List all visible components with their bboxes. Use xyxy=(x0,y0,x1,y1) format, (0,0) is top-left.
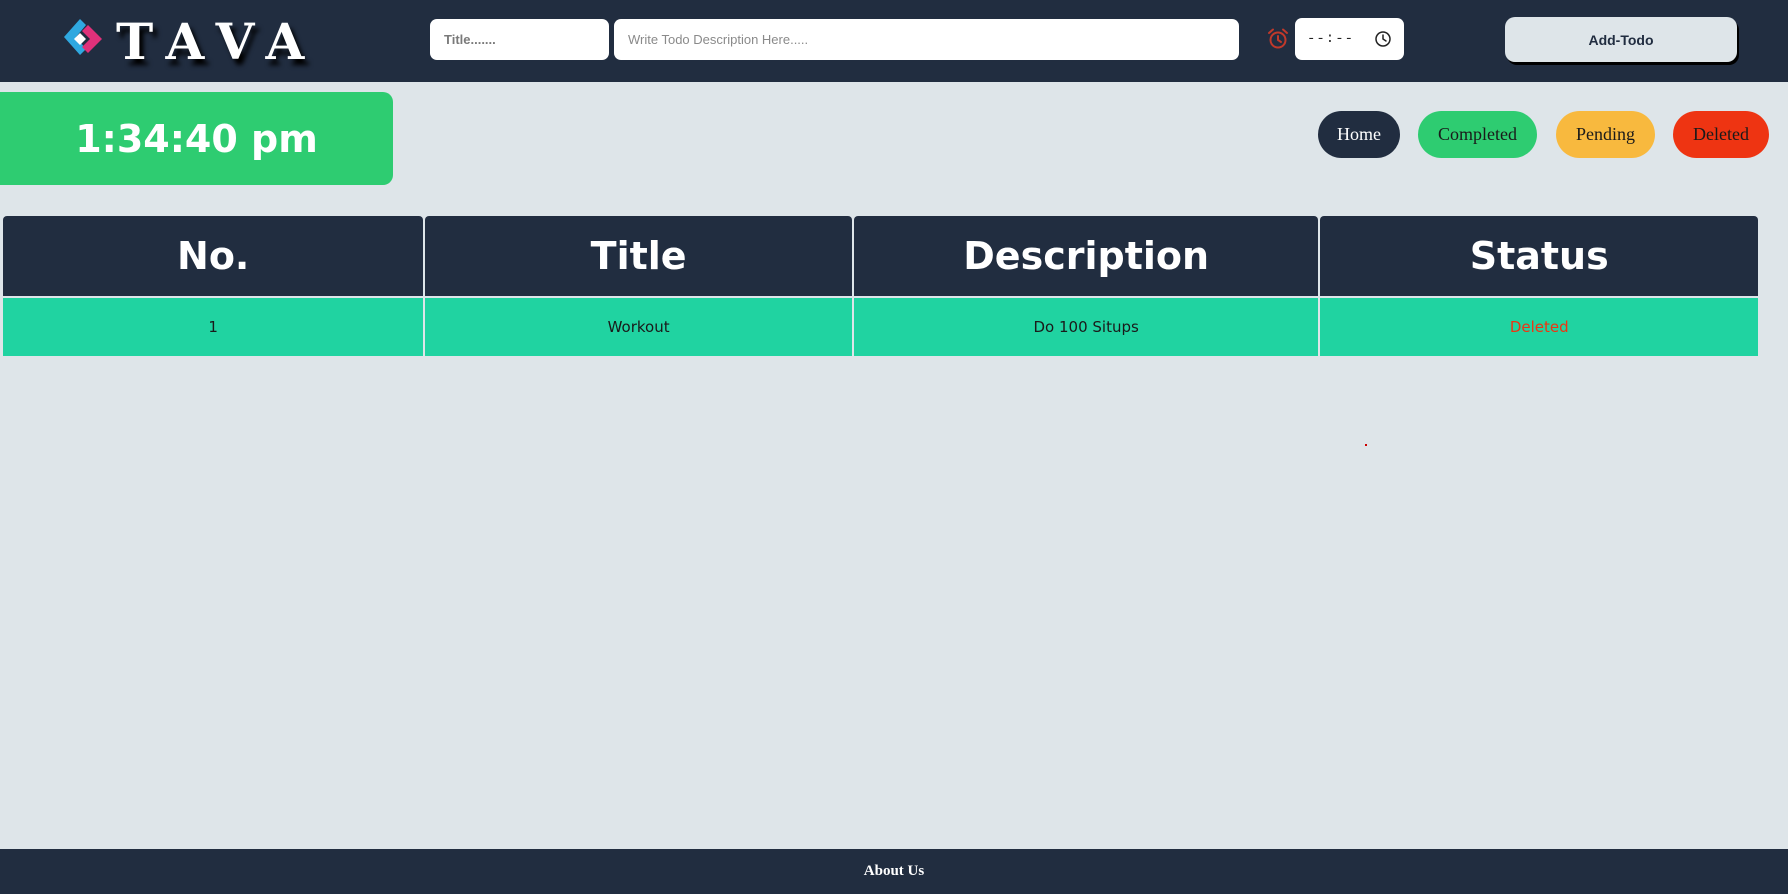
pending-filter-button[interactable]: Pending xyxy=(1556,111,1655,158)
stray-dot xyxy=(1365,444,1367,446)
cell-title: Workout xyxy=(425,298,852,356)
clock-time: 1:34:40 pm xyxy=(75,116,318,161)
about-us-link[interactable]: About Us xyxy=(864,863,924,880)
footer: About Us xyxy=(0,849,1788,894)
column-header-no: No. xyxy=(3,216,424,296)
column-header-title: Title xyxy=(425,216,852,296)
top-navbar: TAVA --:-- Add-Todo xyxy=(0,0,1788,82)
cell-description: Do 100 Situps xyxy=(853,298,1319,356)
table-header-row: No. Title Description Status xyxy=(3,216,1758,296)
title-input[interactable] xyxy=(430,19,609,60)
logo-text: TAVA xyxy=(116,11,320,71)
logo-mark-icon xyxy=(60,17,108,65)
description-input[interactable] xyxy=(614,19,1239,60)
live-clock: 1:34:40 pm xyxy=(0,92,393,185)
home-filter-button[interactable]: Home xyxy=(1318,111,1400,158)
add-todo-button[interactable]: Add-Todo xyxy=(1505,17,1737,62)
alarm-clock-icon xyxy=(1266,27,1290,51)
deleted-filter-button[interactable]: Deleted xyxy=(1673,111,1769,158)
time-input[interactable]: --:-- xyxy=(1295,18,1404,60)
cell-no: 1 xyxy=(3,298,424,356)
todo-table: No. Title Description Status 1 Workout D… xyxy=(1,214,1760,358)
completed-filter-button[interactable]: Completed xyxy=(1418,111,1537,158)
time-value: --:-- xyxy=(1307,31,1355,47)
column-header-status: Status xyxy=(1320,216,1758,296)
table-row: 1 Workout Do 100 Situps Deleted xyxy=(3,298,1758,356)
logo: TAVA xyxy=(60,11,320,71)
column-header-description: Description xyxy=(853,216,1319,296)
cell-status: Deleted xyxy=(1320,298,1758,356)
clock-icon[interactable] xyxy=(1374,30,1392,48)
